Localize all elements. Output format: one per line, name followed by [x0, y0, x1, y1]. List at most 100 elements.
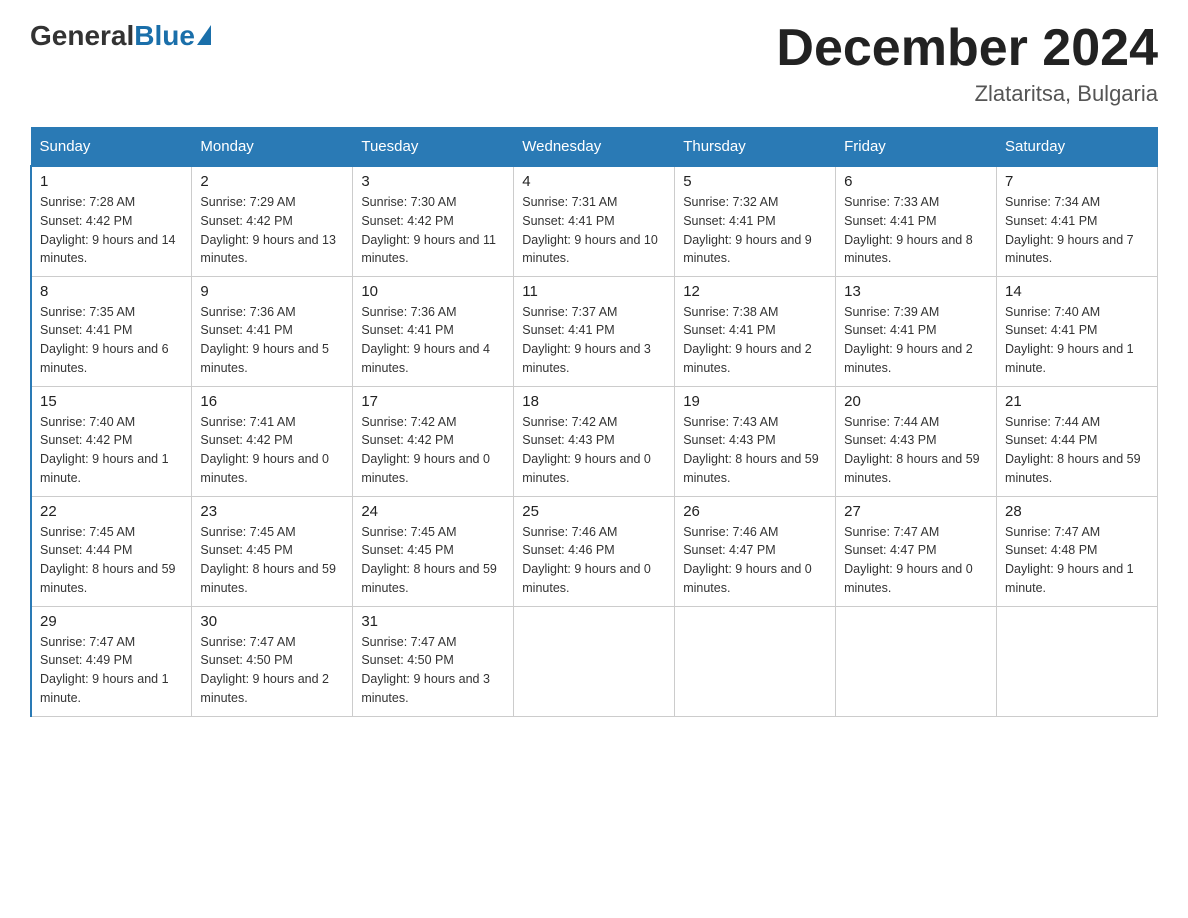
logo-general-text: General [30, 20, 134, 52]
calendar-week-4: 22 Sunrise: 7:45 AMSunset: 4:44 PMDaylig… [31, 496, 1158, 606]
day-info: Sunrise: 7:47 AMSunset: 4:48 PMDaylight:… [1005, 523, 1149, 598]
calendar-cell: 15 Sunrise: 7:40 AMSunset: 4:42 PMDaylig… [31, 386, 192, 496]
logo: General Blue [30, 20, 211, 52]
day-number: 28 [1005, 503, 1149, 520]
day-info: Sunrise: 7:47 AMSunset: 4:47 PMDaylight:… [844, 523, 988, 598]
page-header: General Blue December 2024 Zlataritsa, B… [30, 20, 1158, 107]
calendar-cell: 10 Sunrise: 7:36 AMSunset: 4:41 PMDaylig… [353, 276, 514, 386]
day-number: 23 [200, 503, 344, 520]
calendar-cell [514, 606, 675, 716]
calendar-cell: 9 Sunrise: 7:36 AMSunset: 4:41 PMDayligh… [192, 276, 353, 386]
calendar-cell: 23 Sunrise: 7:45 AMSunset: 4:45 PMDaylig… [192, 496, 353, 606]
day-number: 1 [40, 173, 183, 190]
day-number: 27 [844, 503, 988, 520]
calendar-cell: 12 Sunrise: 7:38 AMSunset: 4:41 PMDaylig… [675, 276, 836, 386]
calendar-cell: 6 Sunrise: 7:33 AMSunset: 4:41 PMDayligh… [836, 166, 997, 276]
day-info: Sunrise: 7:47 AMSunset: 4:50 PMDaylight:… [200, 633, 344, 708]
header-day-saturday: Saturday [997, 128, 1158, 167]
logo-triangle-icon [197, 25, 211, 45]
header-day-tuesday: Tuesday [353, 128, 514, 167]
calendar-cell: 7 Sunrise: 7:34 AMSunset: 4:41 PMDayligh… [997, 166, 1158, 276]
calendar-cell: 22 Sunrise: 7:45 AMSunset: 4:44 PMDaylig… [31, 496, 192, 606]
day-number: 21 [1005, 393, 1149, 410]
day-info: Sunrise: 7:46 AMSunset: 4:46 PMDaylight:… [522, 523, 666, 598]
day-number: 9 [200, 283, 344, 300]
calendar-cell: 4 Sunrise: 7:31 AMSunset: 4:41 PMDayligh… [514, 166, 675, 276]
day-number: 11 [522, 283, 666, 300]
calendar-cell: 1 Sunrise: 7:28 AMSunset: 4:42 PMDayligh… [31, 166, 192, 276]
day-info: Sunrise: 7:42 AMSunset: 4:43 PMDaylight:… [522, 413, 666, 488]
calendar-cell: 29 Sunrise: 7:47 AMSunset: 4:49 PMDaylig… [31, 606, 192, 716]
day-info: Sunrise: 7:33 AMSunset: 4:41 PMDaylight:… [844, 193, 988, 268]
day-number: 25 [522, 503, 666, 520]
day-info: Sunrise: 7:35 AMSunset: 4:41 PMDaylight:… [40, 303, 183, 378]
calendar-header: SundayMondayTuesdayWednesdayThursdayFrid… [31, 128, 1158, 167]
logo-blue-part: Blue [134, 20, 211, 52]
calendar-table: SundayMondayTuesdayWednesdayThursdayFrid… [30, 127, 1158, 717]
day-info: Sunrise: 7:44 AMSunset: 4:43 PMDaylight:… [844, 413, 988, 488]
day-info: Sunrise: 7:34 AMSunset: 4:41 PMDaylight:… [1005, 193, 1149, 268]
day-info: Sunrise: 7:47 AMSunset: 4:50 PMDaylight:… [361, 633, 505, 708]
calendar-cell: 3 Sunrise: 7:30 AMSunset: 4:42 PMDayligh… [353, 166, 514, 276]
calendar-cell: 24 Sunrise: 7:45 AMSunset: 4:45 PMDaylig… [353, 496, 514, 606]
calendar-cell: 17 Sunrise: 7:42 AMSunset: 4:42 PMDaylig… [353, 386, 514, 496]
day-number: 24 [361, 503, 505, 520]
header-day-friday: Friday [836, 128, 997, 167]
title-area: December 2024 Zlataritsa, Bulgaria [776, 20, 1158, 107]
day-number: 12 [683, 283, 827, 300]
day-info: Sunrise: 7:31 AMSunset: 4:41 PMDaylight:… [522, 193, 666, 268]
calendar-cell [836, 606, 997, 716]
logo-blue-text: Blue [134, 20, 195, 52]
day-info: Sunrise: 7:46 AMSunset: 4:47 PMDaylight:… [683, 523, 827, 598]
day-info: Sunrise: 7:47 AMSunset: 4:49 PMDaylight:… [40, 633, 183, 708]
day-info: Sunrise: 7:38 AMSunset: 4:41 PMDaylight:… [683, 303, 827, 378]
header-day-sunday: Sunday [31, 128, 192, 167]
calendar-cell: 13 Sunrise: 7:39 AMSunset: 4:41 PMDaylig… [836, 276, 997, 386]
calendar-cell: 30 Sunrise: 7:47 AMSunset: 4:50 PMDaylig… [192, 606, 353, 716]
calendar-cell: 2 Sunrise: 7:29 AMSunset: 4:42 PMDayligh… [192, 166, 353, 276]
day-number: 19 [683, 393, 827, 410]
calendar-week-5: 29 Sunrise: 7:47 AMSunset: 4:49 PMDaylig… [31, 606, 1158, 716]
header-day-wednesday: Wednesday [514, 128, 675, 167]
day-number: 10 [361, 283, 505, 300]
day-number: 15 [40, 393, 183, 410]
calendar-cell: 16 Sunrise: 7:41 AMSunset: 4:42 PMDaylig… [192, 386, 353, 496]
day-info: Sunrise: 7:43 AMSunset: 4:43 PMDaylight:… [683, 413, 827, 488]
day-info: Sunrise: 7:32 AMSunset: 4:41 PMDaylight:… [683, 193, 827, 268]
calendar-cell [997, 606, 1158, 716]
calendar-cell: 20 Sunrise: 7:44 AMSunset: 4:43 PMDaylig… [836, 386, 997, 496]
day-info: Sunrise: 7:39 AMSunset: 4:41 PMDaylight:… [844, 303, 988, 378]
calendar-cell: 5 Sunrise: 7:32 AMSunset: 4:41 PMDayligh… [675, 166, 836, 276]
calendar-cell: 18 Sunrise: 7:42 AMSunset: 4:43 PMDaylig… [514, 386, 675, 496]
day-number: 18 [522, 393, 666, 410]
day-number: 26 [683, 503, 827, 520]
month-title: December 2024 [776, 20, 1158, 77]
day-info: Sunrise: 7:29 AMSunset: 4:42 PMDaylight:… [200, 193, 344, 268]
day-info: Sunrise: 7:45 AMSunset: 4:45 PMDaylight:… [361, 523, 505, 598]
calendar-cell: 27 Sunrise: 7:47 AMSunset: 4:47 PMDaylig… [836, 496, 997, 606]
day-info: Sunrise: 7:30 AMSunset: 4:42 PMDaylight:… [361, 193, 505, 268]
day-info: Sunrise: 7:42 AMSunset: 4:42 PMDaylight:… [361, 413, 505, 488]
day-info: Sunrise: 7:36 AMSunset: 4:41 PMDaylight:… [200, 303, 344, 378]
day-info: Sunrise: 7:36 AMSunset: 4:41 PMDaylight:… [361, 303, 505, 378]
day-number: 4 [522, 173, 666, 190]
calendar-cell: 19 Sunrise: 7:43 AMSunset: 4:43 PMDaylig… [675, 386, 836, 496]
day-number: 8 [40, 283, 183, 300]
day-number: 3 [361, 173, 505, 190]
calendar-cell [675, 606, 836, 716]
calendar-cell: 8 Sunrise: 7:35 AMSunset: 4:41 PMDayligh… [31, 276, 192, 386]
day-info: Sunrise: 7:40 AMSunset: 4:41 PMDaylight:… [1005, 303, 1149, 378]
day-number: 30 [200, 613, 344, 630]
calendar-cell: 25 Sunrise: 7:46 AMSunset: 4:46 PMDaylig… [514, 496, 675, 606]
calendar-cell: 14 Sunrise: 7:40 AMSunset: 4:41 PMDaylig… [997, 276, 1158, 386]
day-number: 2 [200, 173, 344, 190]
day-number: 17 [361, 393, 505, 410]
day-info: Sunrise: 7:37 AMSunset: 4:41 PMDaylight:… [522, 303, 666, 378]
day-number: 16 [200, 393, 344, 410]
calendar-cell: 26 Sunrise: 7:46 AMSunset: 4:47 PMDaylig… [675, 496, 836, 606]
day-number: 14 [1005, 283, 1149, 300]
day-number: 22 [40, 503, 183, 520]
header-day-monday: Monday [192, 128, 353, 167]
day-number: 31 [361, 613, 505, 630]
day-number: 29 [40, 613, 183, 630]
